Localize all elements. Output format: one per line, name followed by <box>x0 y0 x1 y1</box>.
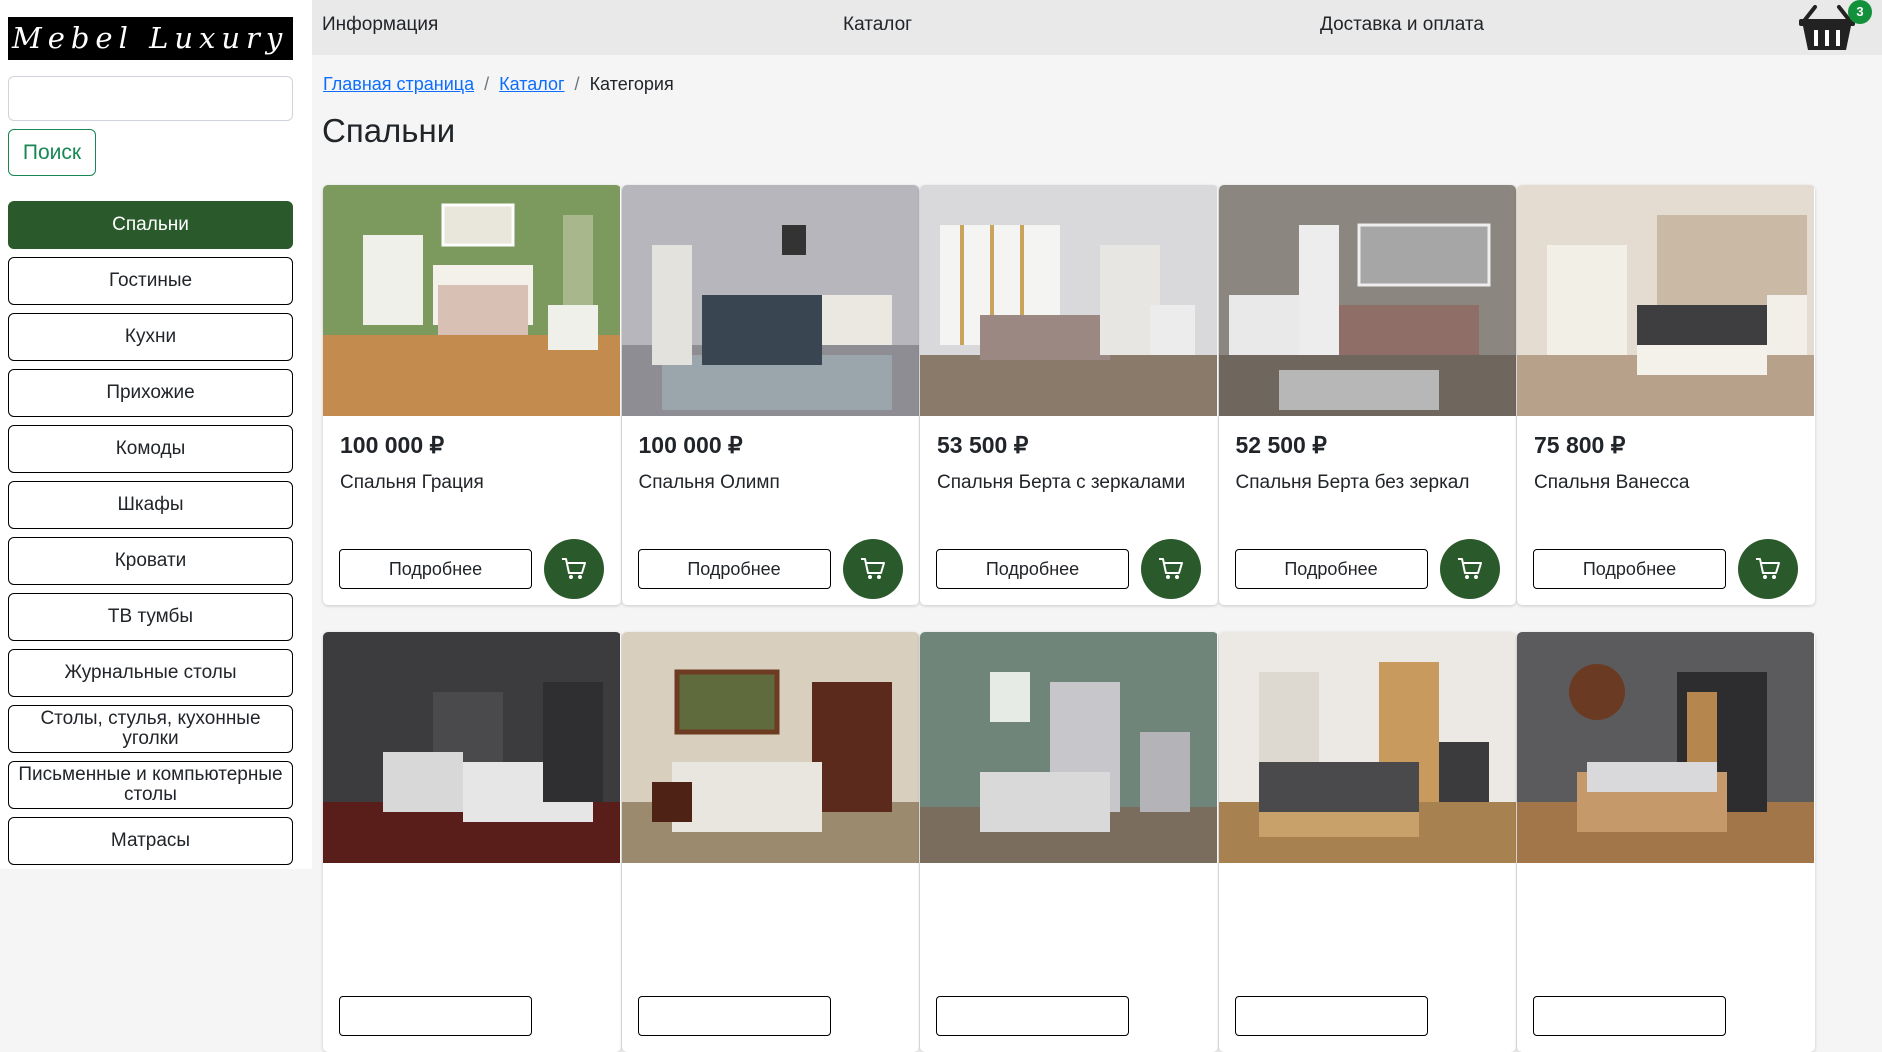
breadcrumb-separator: / <box>574 74 580 94</box>
sidebar: Mebel Luxury Поиск Спальни Гостиные Кухн… <box>0 0 312 869</box>
product-name[interactable]: Спальня Берта без зеркал <box>1236 472 1470 494</box>
product-card: 75 800 ₽ Спальня Ванесса Подробнее <box>1517 185 1815 605</box>
details-button[interactable]: Подробнее <box>637 549 831 589</box>
product-card <box>323 632 621 1052</box>
logo[interactable]: Mebel Luxury <box>8 17 293 60</box>
category-item-beds[interactable]: Кровати <box>8 537 293 585</box>
breadcrumb-separator: / <box>484 74 490 94</box>
breadcrumb: Главная страница / Каталог / Категория <box>323 74 674 95</box>
details-button[interactable]: Подробнее <box>1533 549 1726 589</box>
category-item-mattresses[interactable]: Матрасы <box>8 817 293 865</box>
category-item-living-rooms[interactable]: Гостиные <box>8 257 293 305</box>
details-button[interactable] <box>339 996 532 1036</box>
category-item-dressers[interactable]: Комоды <box>8 425 293 473</box>
details-button[interactable] <box>1234 996 1428 1036</box>
product-image[interactable] <box>1517 632 1815 863</box>
breadcrumb-link-home[interactable]: Главная страница <box>323 74 474 95</box>
details-button[interactable]: Подробнее <box>936 549 1129 589</box>
product-image[interactable] <box>621 185 920 416</box>
category-item-wardrobes[interactable]: Шкафы <box>8 481 293 529</box>
category-list: Спальни Гостиные Кухни Прихожие Комоды Ш… <box>8 201 293 873</box>
nav-link-catalog[interactable]: Каталог <box>843 14 912 36</box>
details-button[interactable] <box>1533 996 1726 1036</box>
details-button[interactable]: Подробнее <box>1234 549 1428 589</box>
nav-link-info[interactable]: Информация <box>322 14 438 36</box>
cart-icon <box>1457 558 1482 579</box>
product-card: 53 500 ₽ Спальня Берта с зеркалами Подро… <box>920 185 1218 605</box>
product-card: 100 000 ₽ Спальня Грация Подробнее <box>323 185 621 605</box>
product-image[interactable] <box>621 632 920 863</box>
product-card: 100 000 ₽ Спальня Олимп Подробнее <box>621 185 920 605</box>
product-name[interactable]: Спальня Олимп <box>639 472 780 494</box>
details-button[interactable] <box>936 996 1129 1036</box>
add-to-cart-button[interactable] <box>842 539 903 599</box>
product-image[interactable] <box>323 632 621 863</box>
product-price: 52 500 ₽ <box>1235 432 1327 458</box>
breadcrumb-current: Категория <box>589 74 674 94</box>
page-title: Спальни <box>322 112 456 149</box>
product-image[interactable] <box>1517 185 1815 416</box>
category-item-coffee-tables[interactable]: Журнальные столы <box>8 649 293 697</box>
product-price: 100 000 ₽ <box>638 432 743 458</box>
category-item-tables-chairs[interactable]: Столы, стулья, кухонные уголки <box>8 705 293 753</box>
product-price: 100 000 ₽ <box>340 432 445 458</box>
product-card <box>621 632 920 1052</box>
product-image[interactable] <box>920 632 1218 863</box>
search-button[interactable]: Поиск <box>8 129 96 176</box>
cart-count-badge: 3 <box>1848 0 1872 24</box>
add-to-cart-button[interactable] <box>544 539 604 599</box>
search-input[interactable] <box>8 76 293 121</box>
add-to-cart-button[interactable] <box>1738 539 1798 599</box>
product-price: 53 500 ₽ <box>937 432 1029 458</box>
product-image[interactable] <box>920 185 1218 416</box>
product-card <box>1517 632 1815 1052</box>
nav-link-delivery[interactable]: Доставка и оплата <box>1320 14 1484 36</box>
product-name[interactable]: Спальня Грация <box>340 472 484 494</box>
details-button[interactable] <box>637 996 831 1036</box>
product-grid: 100 000 ₽ Спальня Грация Подробнее 100 0… <box>323 185 1815 1052</box>
cart-icon <box>860 558 885 579</box>
breadcrumb-link-catalog[interactable]: Каталог <box>499 74 564 95</box>
add-to-cart-button[interactable] <box>1439 539 1500 599</box>
cart-icon <box>1159 558 1183 579</box>
details-button[interactable]: Подробнее <box>339 549 532 589</box>
product-name[interactable]: Спальня Берта с зеркалами <box>937 472 1185 494</box>
product-price: 75 800 ₽ <box>1534 432 1626 458</box>
cart-icon <box>562 558 586 579</box>
category-item-tv-stands[interactable]: ТВ тумбы <box>8 593 293 641</box>
product-image[interactable] <box>1218 632 1517 863</box>
product-card <box>1218 632 1517 1052</box>
category-item-desks[interactable]: Письменные и компьютерные столы <box>8 761 293 809</box>
product-image[interactable] <box>323 185 621 416</box>
category-item-hallways[interactable]: Прихожие <box>8 369 293 417</box>
product-name[interactable]: Спальня Ванесса <box>1534 472 1690 494</box>
product-image[interactable] <box>1218 185 1517 416</box>
top-navbar: Информация Каталог Доставка и оплата <box>312 0 1882 55</box>
add-to-cart-button[interactable] <box>1141 539 1201 599</box>
category-item-kitchens[interactable]: Кухни <box>8 313 293 361</box>
category-item-bedrooms[interactable]: Спальни <box>8 201 293 249</box>
cart-icon <box>1756 558 1780 579</box>
product-card <box>920 632 1218 1052</box>
product-card: 52 500 ₽ Спальня Берта без зеркал Подроб… <box>1218 185 1517 605</box>
